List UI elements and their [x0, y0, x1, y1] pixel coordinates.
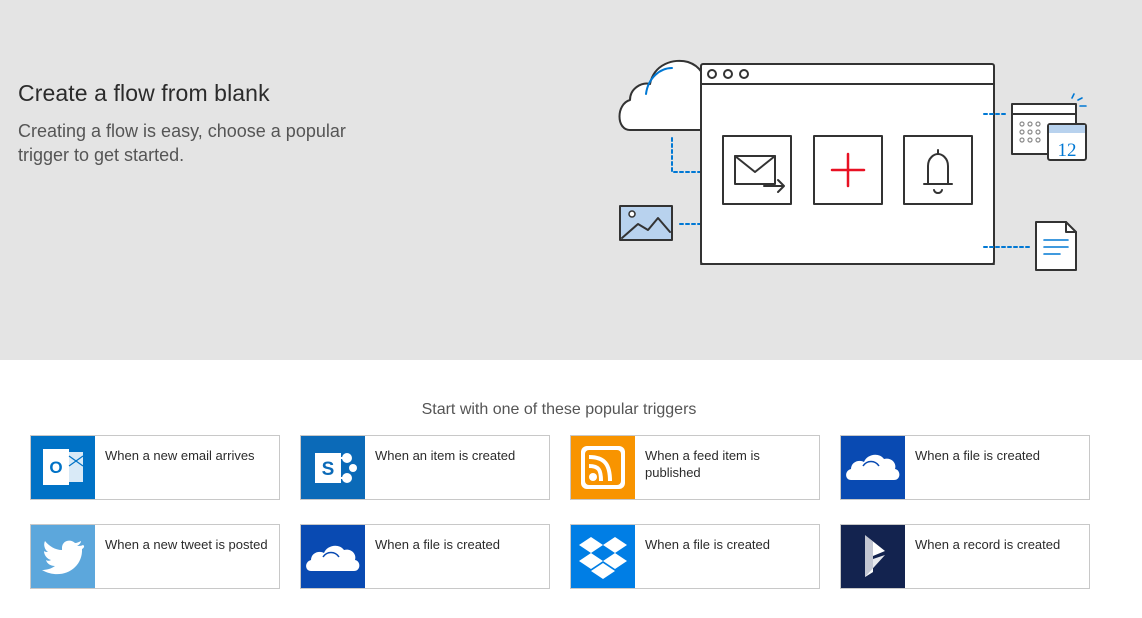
trigger-label: When a record is created: [915, 537, 1061, 552]
dynamics-icon: [841, 525, 905, 588]
trigger-card-onedrive[interactable]: When a file is created: [840, 435, 1090, 500]
trigger-card-dropbox[interactable]: When a file is created: [570, 524, 820, 589]
trigger-card-twitter[interactable]: When a new tweet is posted: [30, 524, 280, 589]
email-icon: [722, 135, 792, 205]
trigger-label: When a new tweet is posted: [105, 537, 268, 552]
calendar-number: 12: [1058, 140, 1077, 161]
bell-icon: [903, 135, 973, 205]
section-heading: Start with one of these popular triggers: [421, 401, 697, 418]
plus-icon: [813, 135, 883, 205]
calendar-icon: 12: [1011, 93, 1087, 161]
flow-illustration: 12: [618, 59, 1087, 271]
twitter-icon: [31, 525, 95, 588]
rss-icon: [571, 436, 635, 499]
trigger-card-rss[interactable]: When a feed item is published: [570, 435, 820, 500]
dropbox-icon: [571, 525, 635, 588]
trigger-card-sharepoint[interactable]: S When an item is created: [300, 435, 550, 500]
trigger-label: When a file is created: [375, 537, 501, 552]
hero-banner: Create a flow from blank Creating a flow…: [0, 0, 1142, 360]
page-subtitle: Creating a flow is easy, choose a popula…: [18, 121, 346, 165]
onedrive-icon: [841, 436, 905, 499]
svg-text:S: S: [322, 459, 335, 480]
document-icon: [1035, 221, 1077, 271]
sharepoint-icon: S: [301, 436, 365, 499]
trigger-label: When an item is created: [375, 448, 516, 463]
onedrive-business-icon: [301, 525, 365, 588]
trigger-card-dynamics[interactable]: When a record is created: [840, 524, 1090, 589]
trigger-label: When a new email arrives: [105, 448, 255, 463]
page-title: Create a flow from blank: [18, 80, 270, 106]
outlook-icon: O: [31, 436, 95, 499]
trigger-card-onedrive-business[interactable]: When a file is created: [300, 524, 550, 589]
trigger-grid: O When a new email arrives S When an ite…: [30, 435, 1090, 590]
svg-text:O: O: [49, 458, 62, 477]
image-icon: [619, 205, 673, 241]
trigger-label: When a file is created: [645, 537, 771, 552]
trigger-card-outlook[interactable]: O When a new email arrives: [30, 435, 280, 500]
trigger-label: When a feed item is published: [645, 448, 760, 480]
trigger-label: When a file is created: [915, 448, 1041, 463]
